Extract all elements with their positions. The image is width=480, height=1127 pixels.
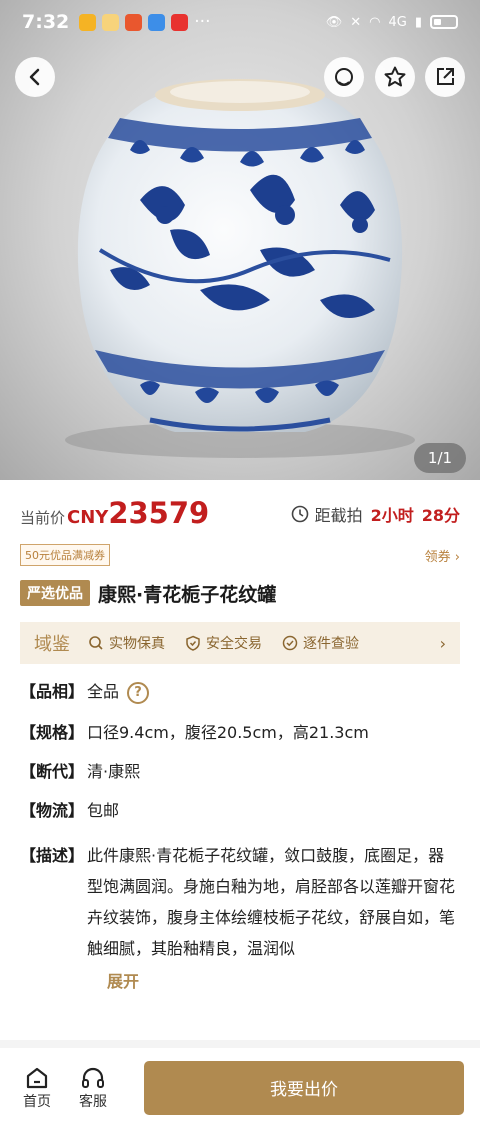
back-button[interactable] [15, 57, 55, 97]
countdown-hours: 2小时 [370, 506, 414, 525]
expand-link[interactable]: 展开 [107, 968, 460, 992]
nav-home[interactable]: 首页 [16, 1065, 58, 1111]
auction-countdown: 距截拍 2小时 28分 [291, 502, 460, 526]
app-notification-icon [125, 13, 143, 31]
spec-shipping: 【物流】 包邮 [20, 801, 120, 820]
chevron-left-icon [29, 68, 40, 86]
share-icon [437, 68, 454, 85]
home-icon [26, 1067, 48, 1088]
spec-period: 【断代】 清·康熙 [20, 762, 141, 781]
status-indicators: 👁 ✕ ◠ 4G ▮ [326, 15, 458, 30]
headphones-icon [82, 1067, 104, 1088]
coupon-row: 50元优品满减券 领券 › [0, 542, 480, 568]
assurance-safe-trade: 安全交易 [185, 633, 262, 653]
assurance-bar[interactable]: 域鉴 实物保真 安全交易 逐件查验 › [20, 622, 460, 664]
more-dots: ··· [194, 12, 211, 32]
coupon-badge: 50元优品满减券 [20, 544, 110, 566]
assurance-inspection: 逐件查验 [282, 633, 359, 653]
app-notification-icon [102, 13, 120, 31]
wifi-icon: ◠ [369, 14, 381, 30]
bottom-action-bar: 首页 客服 我要出价 [0, 1040, 480, 1127]
clock-icon [291, 505, 308, 523]
image-page-indicator: 1/1 [414, 443, 466, 473]
status-bar: 7:32 ··· 👁 ✕ ◠ 4G ▮ [0, 0, 480, 44]
app-notification-icon [171, 13, 189, 31]
assurance-authentic: 实物保真 [88, 633, 165, 653]
product-specs: 【品相】 全品 ? 【规格】 口径9.4cm，腹径20.5cm，高21.3cm … [0, 664, 480, 992]
check-circle-icon [282, 635, 298, 651]
spec-size: 【规格】 口径9.4cm，腹径20.5cm，高21.3cm [20, 723, 369, 742]
selection-badge: 严选优品 [20, 580, 90, 606]
place-bid-button[interactable]: 我要出价 [144, 1060, 464, 1115]
spec-description: 【描述】 此件康熙·青花栀子花纹罐，敛口鼓腹，底圈足，器型饱满圆润。身施白釉为地… [20, 840, 460, 964]
price-row: 当前价 CNY 23579 距截拍 2小时 28分 [0, 480, 480, 542]
signal-icon: ▮ [414, 14, 422, 30]
price-value: 23579 [108, 496, 210, 530]
countdown-label: 距截拍 [314, 506, 363, 525]
mute-icon: ✕ [350, 14, 362, 30]
battery-icon [430, 15, 458, 29]
app-notification-icon [79, 13, 97, 31]
nav-service[interactable]: 客服 [72, 1065, 114, 1111]
product-title: 康熙·青花栀子花纹罐 [98, 583, 277, 606]
favorite-button[interactable] [375, 57, 415, 97]
description-text: 此件康熙·青花栀子花纹罐，敛口鼓腹，底圈足，器型饱满圆润。身施白釉为地，肩胫部各… [87, 846, 456, 958]
shield-icon [186, 635, 200, 651]
price-currency: CNY [67, 507, 109, 528]
question-icon[interactable]: ? [127, 682, 150, 704]
search-icon [89, 636, 103, 650]
spec-condition: 【品相】 全品 ? [20, 682, 460, 704]
chevron-right-icon: › [439, 633, 446, 653]
assurance-brand: 域鉴 [34, 634, 70, 655]
customer-service-button[interactable] [324, 57, 364, 97]
status-app-icons: ··· [79, 12, 210, 32]
star-icon [384, 66, 406, 87]
signal-label: 4G [388, 14, 407, 30]
headset-icon [335, 68, 353, 86]
countdown-minutes: 28分 [421, 506, 460, 525]
app-notification-icon [148, 13, 166, 31]
eye-icon: 👁 [325, 14, 343, 30]
product-image-area[interactable]: 7:32 ··· 👁 ✕ ◠ 4G ▮ 1/1 [0, 0, 480, 480]
share-button[interactable] [425, 57, 465, 97]
product-title-row: 严选优品 康熙·青花栀子花纹罐 [0, 578, 480, 608]
status-time: 7:32 [22, 11, 70, 33]
get-coupon-link[interactable]: 领券 › [425, 546, 460, 565]
price-label: 当前价 [20, 509, 66, 527]
